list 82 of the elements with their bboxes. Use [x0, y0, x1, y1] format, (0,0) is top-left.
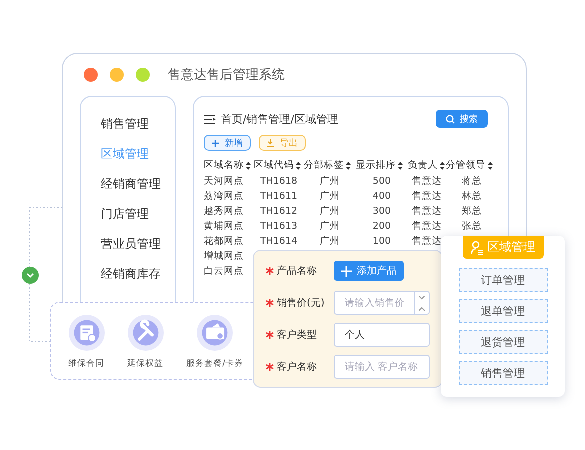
price-input[interactable]: 请输入销售价: [334, 291, 414, 315]
table-cell-text: TH1618: [259, 175, 299, 189]
table-cell-text: 售意达: [411, 235, 443, 249]
column-header: 分部标签: [304, 159, 344, 172]
table-cell-text: 售意达: [411, 190, 443, 204]
service-label: 延保权益: [128, 358, 164, 370]
sidebar-item[interactable]: 经销商管理: [81, 174, 175, 204]
table-cell-text: 广州: [319, 190, 341, 204]
expand-icon[interactable]: [22, 267, 39, 284]
close-icon[interactable]: [84, 68, 98, 82]
table-cell-text: 白云网点: [204, 265, 245, 279]
column-header: 分管领导: [446, 159, 486, 172]
table-cell-text: 增城网点: [204, 250, 245, 264]
number-spinner[interactable]: [414, 291, 430, 315]
table-cell-text: TH1612: [259, 205, 299, 219]
sort-icon[interactable]: [246, 162, 251, 170]
table-cell-text: 广州: [319, 220, 341, 234]
column-header: 区域代码: [254, 159, 294, 172]
table-cell-text: 售意达: [411, 205, 443, 219]
breadcrumb: 首页/销售管理/区域管理: [221, 112, 338, 126]
role-item[interactable]: 退货管理: [458, 330, 548, 354]
caret-up-icon[interactable]: [419, 306, 425, 310]
table-cell-text: 200: [372, 220, 392, 234]
window-title: 售意达售后管理系统: [168, 67, 285, 84]
service-label: 维保合同: [68, 358, 105, 370]
table-cell-text: 天河网点: [204, 175, 245, 189]
table-cell-text: 张总: [461, 220, 483, 234]
sort-icon[interactable]: [398, 162, 403, 170]
table-cell-text: 荔湾网点: [204, 190, 245, 204]
table-cell-text: 郑总: [461, 205, 483, 219]
table-cell-text: 林总: [461, 190, 483, 204]
role-item[interactable]: 销售管理: [458, 361, 548, 385]
table-cell-text: 100: [372, 235, 392, 249]
table-cell-text: 黄埔网点: [204, 220, 245, 234]
sort-icon[interactable]: [440, 162, 445, 170]
minimize-icon[interactable]: [110, 68, 124, 82]
sort-icon[interactable]: [346, 162, 351, 170]
table-cell-text: 越秀网点: [204, 205, 245, 219]
contract-icon[interactable]: [68, 315, 105, 351]
table-cell-text: 广州: [319, 175, 341, 189]
text-input[interactable]: 请输入 客户名称: [334, 355, 430, 379]
plus-icon: [212, 140, 219, 146]
text-input[interactable]: 个人: [334, 323, 430, 347]
column-header: 显示排序: [356, 159, 396, 172]
table-cell-text: 蒋总: [461, 175, 483, 189]
table-cell-text: 广州: [319, 235, 341, 249]
tools-icon[interactable]: [128, 315, 164, 351]
column-header: 区域名称: [204, 159, 244, 172]
table-cell-text: 售意达: [411, 220, 443, 234]
sidebar-item[interactable]: 经销商库存: [81, 264, 175, 294]
field-label: 客户名称: [277, 360, 317, 374]
table-cell-text: TH1613: [259, 220, 299, 234]
add-button[interactable]: 新增: [204, 135, 251, 151]
table-cell-text: 500: [372, 175, 392, 189]
table-cell-text: 花都网点: [204, 235, 245, 249]
table-cell-text: 广州: [319, 205, 341, 219]
column-header: 负责人: [408, 159, 438, 172]
menu-icon[interactable]: [204, 114, 216, 124]
maximize-icon[interactable]: [136, 68, 150, 82]
role-title: 区域管理: [488, 239, 536, 256]
download-icon: [267, 139, 274, 147]
caret-down-icon[interactable]: [419, 296, 425, 300]
sort-icon[interactable]: [488, 162, 493, 170]
sidebar-item[interactable]: 门店管理: [81, 204, 175, 234]
table-cell-text: TH1614: [259, 235, 299, 249]
ticket-icon[interactable]: [197, 315, 234, 351]
role-item[interactable]: 退单管理: [458, 299, 548, 323]
table-cell-text: TH1611: [259, 190, 299, 204]
field-label: 销售价(元): [277, 297, 325, 310]
table-cell-text: 300: [372, 205, 392, 219]
role-item[interactable]: 订单管理: [458, 268, 548, 292]
user-icon: [470, 240, 484, 254]
field-label: 产品名称: [277, 264, 317, 278]
table-cell-text: 400: [372, 190, 392, 204]
sort-icon[interactable]: [296, 162, 301, 170]
table-cell-text: 售意达: [411, 175, 443, 189]
field-label: 客户类型: [277, 328, 317, 342]
service-label: 服务套餐/卡券: [186, 358, 244, 370]
search-icon: [446, 114, 455, 124]
plus-icon: [341, 266, 352, 276]
sidebar-item[interactable]: 销售管理: [81, 114, 175, 144]
sidebar-item[interactable]: 营业员管理: [81, 234, 175, 264]
